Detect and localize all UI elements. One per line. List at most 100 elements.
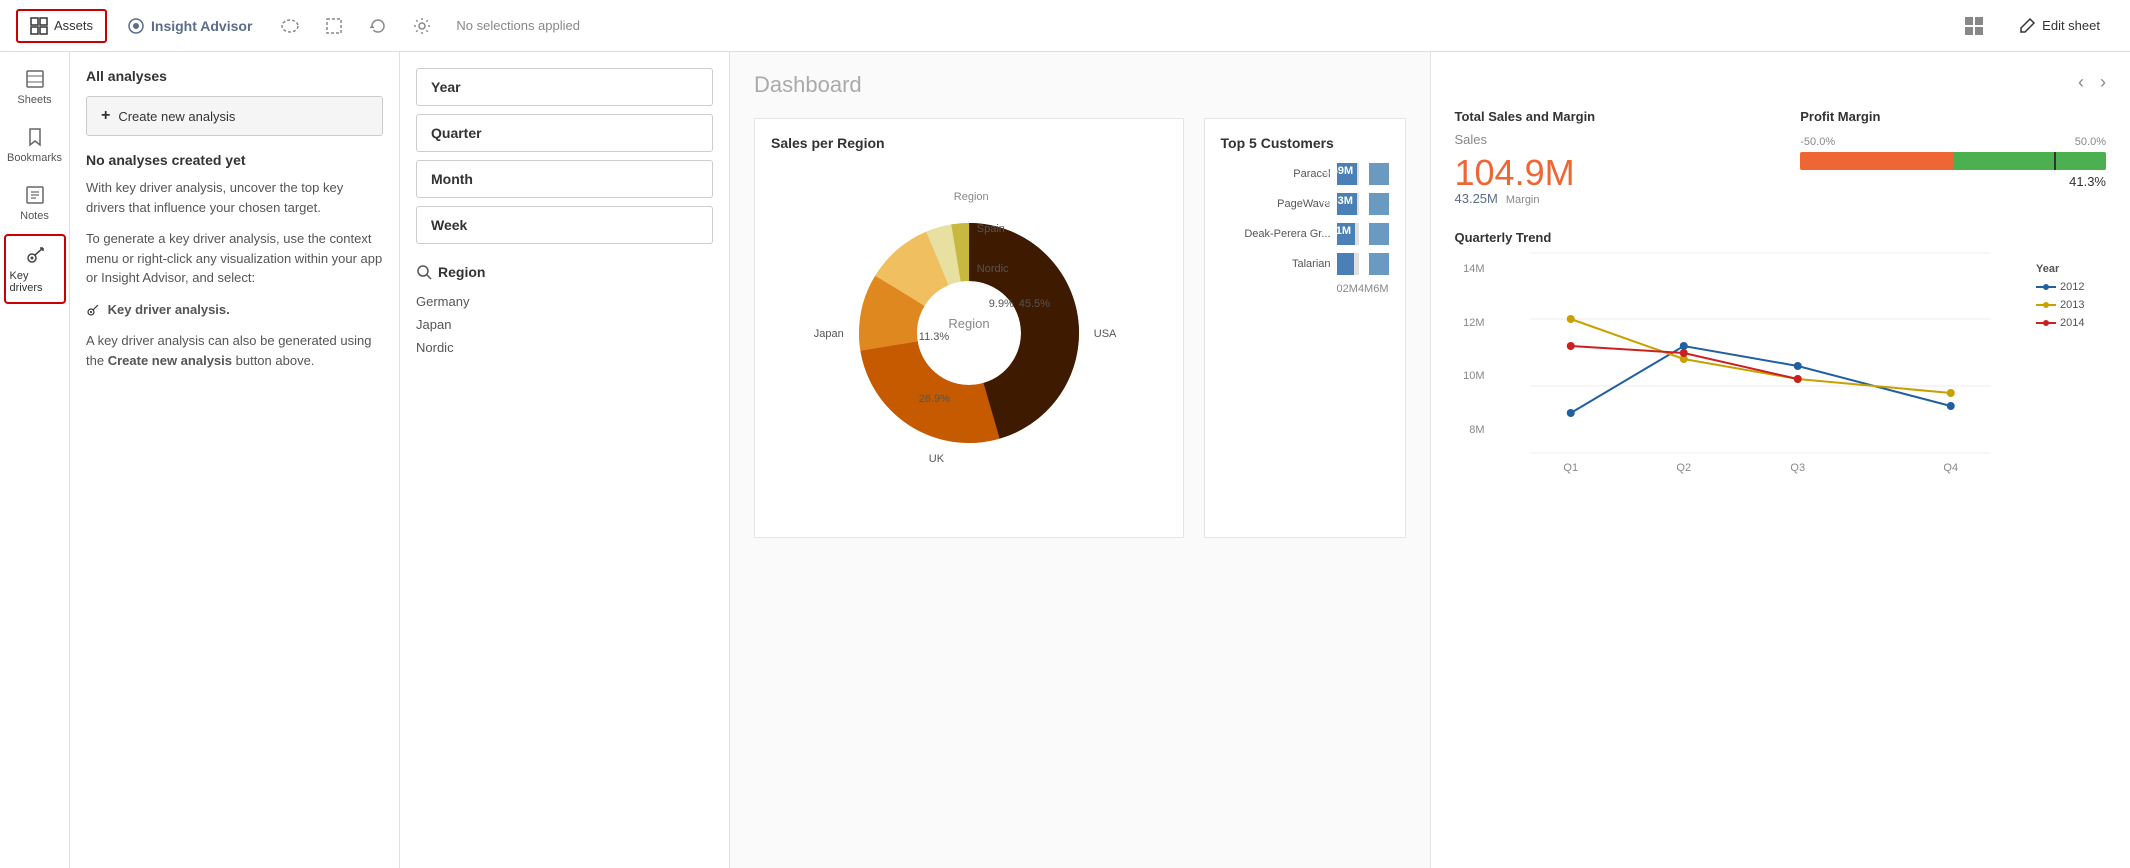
lasso-icon	[280, 16, 300, 36]
pct-113: 11.3%	[919, 331, 949, 343]
profit-bar-labels: -50.0% 50.0%	[1800, 136, 2106, 148]
total-sales-title: Total Sales and Margin	[1455, 109, 1761, 124]
chart-legend: Year 2012 2013	[2036, 253, 2106, 456]
profit-margin-title: Profit Margin	[1800, 109, 2106, 124]
total-sales-card: Total Sales and Margin Sales 104.9M 43.2…	[1455, 109, 1761, 206]
sales-label: Sales	[1455, 132, 1761, 147]
x-label-q4: Q4	[1943, 462, 1958, 474]
bar-mini-pagewave	[1369, 193, 1389, 215]
sidebar-item-sheets[interactable]: Sheets	[4, 60, 66, 114]
rect-select-button[interactable]	[316, 8, 352, 44]
pencil-icon	[2018, 17, 2036, 35]
description2: To generate a key driver analysis, use t…	[86, 229, 383, 288]
sheets-icon	[24, 68, 46, 90]
filter-quarter[interactable]: Quarter	[416, 114, 713, 152]
point-2014-q3	[1793, 375, 1801, 383]
point-2014-q2	[1679, 349, 1687, 357]
legend-line-2012	[2036, 282, 2056, 292]
notes-icon	[24, 184, 46, 206]
no-analyses-label: No analyses created yet	[86, 152, 383, 168]
point-2012-q2	[1679, 342, 1687, 350]
pct-269: 26.9%	[919, 393, 950, 405]
legend-label-2013: 2013	[2060, 299, 2084, 311]
customer-row-paracel: Paracel 5.69M	[1221, 163, 1389, 185]
point-2013-q1	[1566, 315, 1574, 323]
trend-2013	[1570, 319, 1950, 393]
customer-row-deak: Deak-Perera Gr... 5.11M	[1221, 223, 1389, 245]
bar-axis: 0 2M 4M 6M	[1221, 283, 1389, 295]
x-label-q2: Q2	[1676, 462, 1691, 474]
profit-bar-marker	[2054, 152, 2056, 170]
dashboard-area: Dashboard Sales per Region	[730, 52, 1430, 868]
sidebar-item-notes[interactable]: Notes	[4, 176, 66, 230]
x-label-q1: Q1	[1563, 462, 1578, 474]
bar-fill-paracel: 5.69M	[1337, 163, 1358, 185]
pct-99: 9.9%	[989, 298, 1014, 310]
filter-year[interactable]: Year	[416, 68, 713, 106]
create-analysis-button[interactable]: + Create new analysis	[86, 96, 383, 136]
main-layout: Sheets Bookmarks Notes	[0, 52, 2130, 868]
customer-name-deak: Deak-Perera Gr...	[1221, 228, 1331, 240]
sales-value: 104.9M	[1455, 155, 1761, 191]
region-germany: Germany	[416, 290, 713, 313]
refresh-button[interactable]	[360, 8, 396, 44]
sales-region-card: Sales per Region	[754, 118, 1184, 538]
x-label-q3: Q3	[1790, 462, 1805, 474]
lasso-button[interactable]	[272, 8, 308, 44]
bar-fill-deak: 5.11M	[1337, 223, 1355, 245]
margin-value: 43.25M	[1455, 191, 1498, 206]
assets-button[interactable]: Assets	[16, 9, 107, 43]
region-label-top: Region	[954, 191, 989, 203]
customer-bar-paracel: 5.69M	[1337, 163, 1359, 185]
legend-label-2014: 2014	[2060, 317, 2084, 329]
margin-row: 43.25M Margin	[1455, 191, 1761, 206]
grid-button[interactable]	[1956, 8, 1992, 44]
prev-arrow[interactable]: ‹	[2078, 72, 2084, 93]
uk-label: UK	[929, 453, 944, 465]
customer-name-pagewave: PageWave	[1221, 198, 1331, 210]
rect-select-icon	[324, 16, 344, 36]
filter-week[interactable]: Week	[416, 206, 713, 244]
next-arrow[interactable]: ›	[2100, 72, 2106, 93]
customer-row-talarian: Talarian	[1221, 253, 1389, 275]
right-nav: ‹ ›	[1455, 72, 2107, 93]
legend-label-2012: 2012	[2060, 281, 2084, 293]
filter-month[interactable]: Month	[416, 160, 713, 198]
plus-icon: +	[101, 107, 110, 125]
bookmark-icon	[24, 126, 46, 148]
spain-label: Spain	[977, 223, 1005, 235]
settings-button[interactable]	[404, 8, 440, 44]
key-drivers-icon	[24, 244, 46, 266]
search-icon	[416, 264, 432, 280]
key-driver-inline-icon	[86, 303, 100, 317]
profit-bar-container: -50.0% 50.0% 41.3%	[1800, 136, 2106, 189]
insight-advisor-button[interactable]: Insight Advisor	[115, 11, 264, 41]
sidebar-item-bookmarks[interactable]: Bookmarks	[4, 118, 66, 172]
quarterly-chart-container: 14M 12M 10M 8M	[1455, 253, 2107, 456]
all-analyses-title: All analyses	[86, 68, 383, 84]
profit-bar	[1800, 152, 2106, 170]
analyses-panel: All analyses + Create new analysis No an…	[70, 52, 400, 868]
customer-name-talarian: Talarian	[1221, 258, 1331, 270]
quarterly-trend-card: Quarterly Trend 14M 12M 10M 8M	[1455, 230, 2107, 456]
region-section: Region Germany Japan Nordic	[416, 264, 713, 359]
profit-bar-green	[1953, 152, 2106, 170]
bar-fill-pagewave: 5.63M	[1337, 193, 1357, 215]
bar-mini-paracel	[1369, 163, 1389, 185]
sidebar-item-key-drivers[interactable]: Key drivers	[4, 234, 66, 304]
bar-mini-talarian	[1369, 253, 1389, 275]
edit-sheet-button[interactable]: Edit sheet	[2004, 11, 2114, 41]
donut-outer-labels: Region Spain Nordic Japan UK USA 9.9% 11…	[799, 163, 1139, 503]
pct-455: 45.5%	[1019, 298, 1050, 310]
total-sales-row: Total Sales and Margin Sales 104.9M 43.2…	[1455, 109, 2107, 206]
legend-title: Year	[2036, 263, 2106, 275]
dashboard-title: Dashboard	[754, 72, 1406, 98]
customer-bar-deak: 5.11M	[1337, 223, 1359, 245]
description3: A key driver analysis can also be genera…	[86, 331, 383, 370]
legend-2013: 2013	[2036, 299, 2106, 311]
region-japan: Japan	[416, 313, 713, 336]
customer-row-pagewave: PageWave 5.63M	[1221, 193, 1389, 215]
key-driver-instruction: Key driver analysis.	[86, 300, 383, 320]
customer-name-paracel: Paracel	[1221, 168, 1331, 180]
quarterly-chart-area: Q1 Q2 Q3 Q4	[1493, 253, 2029, 456]
